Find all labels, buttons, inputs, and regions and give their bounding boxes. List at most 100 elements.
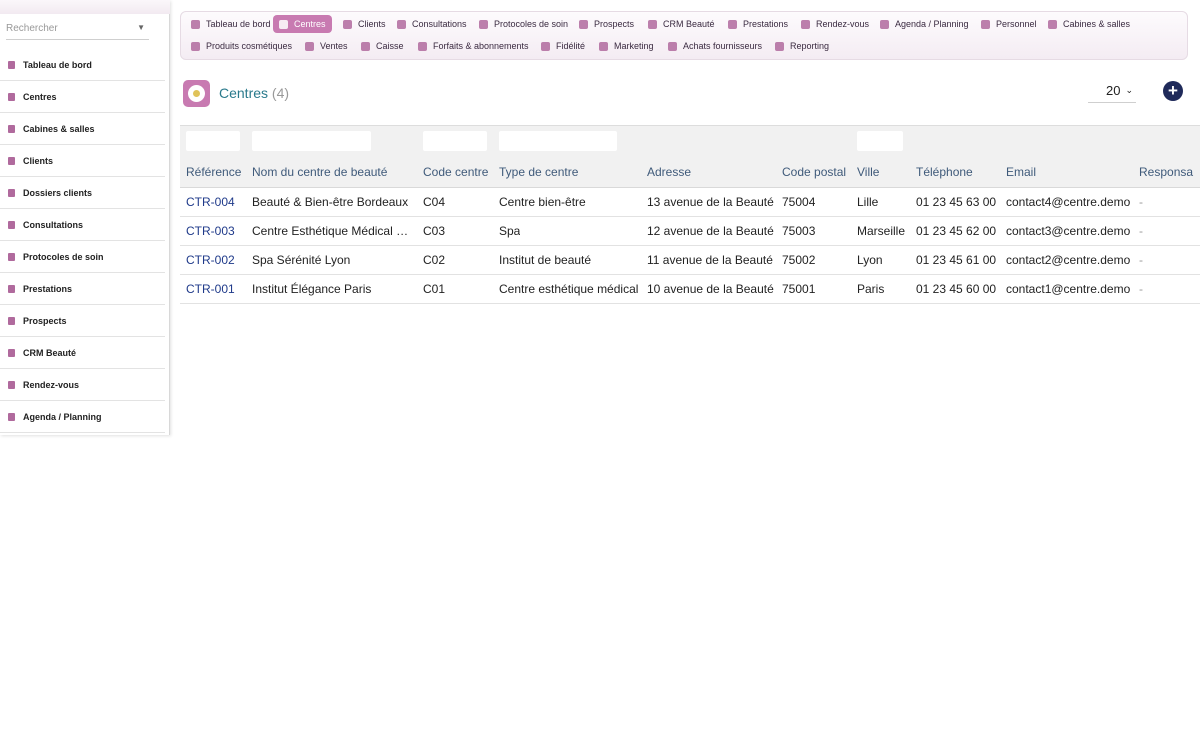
top-menu-item-crm-beaut-[interactable]: CRM Beauté [642, 15, 721, 33]
sidebar-item-dossiers-clients[interactable]: Dossiers clients [0, 177, 165, 209]
top-menu-item-caisse[interactable]: Caisse [355, 37, 410, 55]
top-menu-label: Agenda / Planning [895, 19, 969, 29]
column-header[interactable]: Responsa [1139, 165, 1193, 179]
sidebar-item-rendez-vous[interactable]: Rendez-vous [0, 369, 165, 401]
table-cell: - [1139, 253, 1143, 267]
sidebar-item-clients[interactable]: Clients [0, 145, 165, 177]
top-menu: Tableau de bord Centres Clients Consultatio… [180, 11, 1188, 60]
reference-link[interactable]: CTR-002 [186, 253, 235, 267]
room-icon [1048, 19, 1057, 29]
calendar-icon [6, 412, 17, 422]
page-title: Centres (4) [219, 85, 289, 101]
column-header[interactable]: Adresse [647, 165, 691, 179]
column-header[interactable]: Téléphone [916, 165, 973, 179]
top-menu-label: Reporting [790, 41, 830, 51]
top-menu-item-protocoles-de-soin[interactable]: Protocoles de soin [473, 15, 574, 33]
table-row[interactable]: CTR-001 Institut Élégance Paris C01 Centre … [180, 275, 1200, 304]
sidebar-item-label: Cabines & salles [23, 123, 95, 134]
card-icon [418, 41, 427, 51]
table-cell: - [1139, 282, 1143, 296]
top-menu-label: Produits cosmétiques [206, 41, 293, 51]
top-menu-item-tableau-de-bord[interactable]: Tableau de bord [185, 15, 277, 33]
staff-icon [981, 19, 990, 29]
top-menu-item-agenda-planning[interactable]: Agenda / Planning [874, 15, 975, 33]
user-icon [343, 19, 352, 29]
table-cell: Centre esthétique médical [499, 282, 639, 296]
filter-reference-input[interactable] [186, 131, 240, 151]
top-menu-item-prestations[interactable]: Prestations [722, 15, 794, 33]
top-menu-item-ventes[interactable]: Ventes [299, 37, 354, 55]
filter-code-input[interactable] [423, 131, 487, 151]
top-menu-label: CRM Beauté [663, 19, 715, 29]
top-menu-item-personnel[interactable]: Personnel [975, 15, 1043, 33]
column-header[interactable]: Nom du centre de beauté [252, 165, 387, 179]
table-row[interactable]: CTR-002 Spa Sérénité Lyon C02 Institut de b… [180, 246, 1200, 275]
top-menu-item-marketing[interactable]: Marketing [593, 37, 660, 55]
top-menu-item-prospects[interactable]: Prospects [573, 15, 640, 33]
filter-type-input[interactable] [499, 131, 617, 151]
cart-icon [668, 41, 677, 51]
table-cell: 01 23 45 61 00 [916, 253, 997, 267]
stethoscope-icon [397, 19, 406, 29]
user-plus-icon [579, 19, 588, 29]
top-menu-item-fid-lit-[interactable]: Fidélité [535, 37, 591, 55]
star-icon [541, 41, 550, 51]
table-cell: contact3@centre.demo [1006, 224, 1131, 238]
top-menu-item-achats-fournisseurs[interactable]: Achats fournisseurs [662, 37, 768, 55]
top-menu-item-cabines-salles[interactable]: Cabines & salles [1042, 15, 1136, 33]
table-cell: 75001 [782, 282, 816, 296]
filter-nom-input[interactable] [252, 131, 371, 151]
sidebar-item-cabines-salles[interactable]: Cabines & salles [0, 113, 165, 145]
table-cell: - [1139, 195, 1143, 209]
top-menu-label: Centres [294, 19, 326, 29]
top-menu-item-produits-cosm-tiques[interactable]: Produits cosmétiques [185, 37, 298, 55]
top-menu-item-reporting[interactable]: Reporting [769, 37, 835, 55]
top-menu-item-centres[interactable]: Centres [273, 15, 332, 33]
column-header[interactable]: Code centre [423, 165, 488, 179]
reference-link[interactable]: CTR-001 [186, 282, 235, 296]
chevron-down-icon[interactable]: ▼ [137, 23, 145, 32]
column-header[interactable]: Type de centre [499, 165, 578, 179]
column-header[interactable]: Ville [857, 165, 879, 179]
column-header[interactable]: Email [1006, 165, 1036, 179]
sidebar-item-prospects[interactable]: Prospects [0, 305, 165, 337]
sidebar-item-consultations[interactable]: Consultations [0, 209, 165, 241]
top-menu-label: Forfaits & abonnements [433, 41, 529, 51]
building-icon [6, 92, 17, 102]
sidebar-item-agenda-planning[interactable]: Agenda / Planning [0, 401, 165, 433]
basket-icon [305, 41, 314, 51]
per-page-select[interactable]: 20 ⌄ [1088, 81, 1136, 103]
calendar-check-icon [801, 19, 810, 29]
table-cell: Beauté & Bien-être Bordeaux [252, 195, 409, 209]
top-menu-item-rendez-vous[interactable]: Rendez-vous [795, 15, 875, 33]
sidebar-item-crm-beaut-[interactable]: CRM Beauté [0, 337, 165, 369]
table-cell: 01 23 45 63 00 [916, 195, 997, 209]
column-header[interactable]: Référence [186, 165, 241, 179]
sidebar-item-centres[interactable]: Centres [0, 81, 165, 113]
top-menu-item-forfaits-abonnements[interactable]: Forfaits & abonnements [412, 37, 535, 55]
table-cell: C04 [423, 195, 446, 209]
table-cell: contact4@centre.demo [1006, 195, 1131, 209]
list-icon [648, 19, 657, 29]
top-menu-label: Fidélité [556, 41, 586, 51]
sidebar-item-prestations[interactable]: Prestations [0, 273, 165, 305]
reference-link[interactable]: CTR-003 [186, 224, 235, 238]
table-cell: 10 avenue de la Beauté [647, 282, 774, 296]
sidebar-item-tableau-de-bord[interactable]: Tableau de bord [0, 49, 165, 81]
table-cell: - [1139, 224, 1143, 238]
column-header[interactable]: Code postal [782, 165, 846, 179]
building-icon [279, 19, 288, 29]
filter-ville-input[interactable] [857, 131, 903, 151]
dashboard-icon [6, 60, 17, 70]
sidebar-item-protocoles-de-soin[interactable]: Protocoles de soin [0, 241, 165, 273]
top-menu-label: Cabines & salles [1063, 19, 1131, 29]
top-menu-item-clients[interactable]: Clients [337, 15, 392, 33]
room-icon [6, 124, 17, 134]
sidebar-item-label: Rendez-vous [23, 379, 80, 390]
table-row[interactable]: CTR-004 Beauté & Bien-être Bordeaux C04 Cen… [180, 188, 1200, 217]
top-menu-item-consultations[interactable]: Consultations [391, 15, 473, 33]
table-row[interactable]: CTR-003 Centre Esthétique Médical … C03 Spa… [180, 217, 1200, 246]
sidebar-search-input[interactable]: Rechercher ▼ [6, 18, 149, 40]
add-centre-button[interactable]: + [1163, 81, 1183, 101]
reference-link[interactable]: CTR-004 [186, 195, 235, 209]
